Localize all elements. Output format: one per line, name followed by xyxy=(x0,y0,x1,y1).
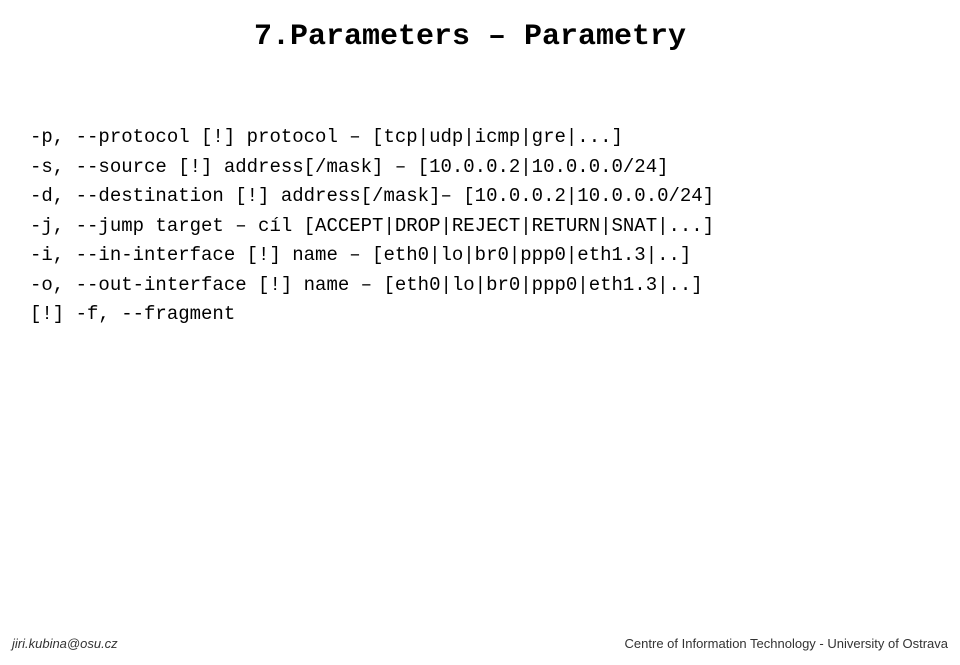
param-line: -d, --destination [!] address[/mask]– [1… xyxy=(30,185,714,207)
param-line: -o, --out-interface [!] name – [eth0|lo|… xyxy=(30,274,703,296)
page-content: 7.Parameters – Parametry -p, --protocol … xyxy=(0,0,960,359)
footer-email: jiri.kubina@osu.cz xyxy=(12,636,118,651)
param-line: -s, --source [!] address[/mask] – [10.0.… xyxy=(30,156,669,178)
param-line: -i, --in-interface [!] name – [eth0|lo|b… xyxy=(30,244,691,266)
param-line: -j, --jump target – cíl [ACCEPT|DROP|REJ… xyxy=(30,215,714,237)
param-line: -p, --protocol [!] protocol – [tcp|udp|i… xyxy=(30,126,623,148)
footer: jiri.kubina@osu.cz Centre of Information… xyxy=(0,636,960,651)
page-title: 7.Parameters – Parametry xyxy=(30,20,910,54)
param-line: [!] -f, --fragment xyxy=(30,303,235,325)
parameter-list: -p, --protocol [!] protocol – [tcp|udp|i… xyxy=(30,94,910,359)
footer-org: Centre of Information Technology - Unive… xyxy=(625,636,948,651)
